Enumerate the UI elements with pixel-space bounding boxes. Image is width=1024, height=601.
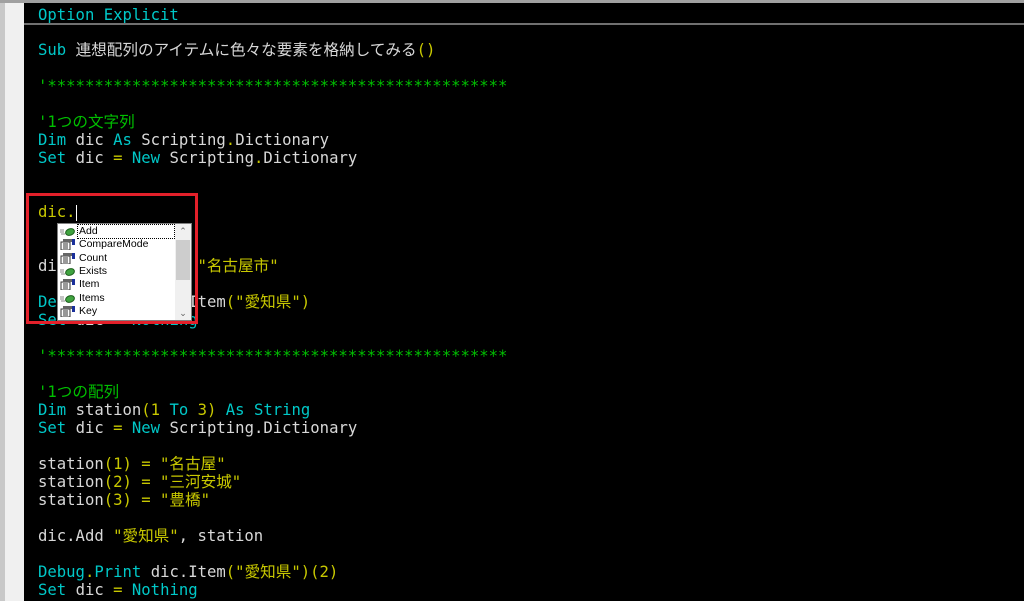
code-token: New <box>131 419 170 437</box>
code-token: Scripting <box>169 149 254 167</box>
code-token: As String <box>225 401 311 419</box>
code-token: (2) = "三河安城" <box>103 473 242 491</box>
code-token: New <box>131 149 170 167</box>
code-token: Dim <box>38 401 76 419</box>
declaration-line: Option Explicit <box>38 6 179 24</box>
code-token: dic <box>75 581 114 599</box>
code-token: station <box>38 491 104 509</box>
code-token: = <box>113 419 132 437</box>
code-line: station(2) = "三河安城" <box>38 473 241 491</box>
code-token: Set <box>38 149 76 167</box>
autocomplete-item-exists[interactable]: Exists <box>58 265 176 278</box>
code-token: station <box>38 455 104 473</box>
code-line: '1つの配列 <box>38 383 119 401</box>
autocomplete-item-label: Items <box>79 291 105 304</box>
code-token: Set <box>38 419 76 437</box>
method-icon <box>60 226 75 237</box>
code-line: '***************************************… <box>38 77 507 95</box>
code-token: = <box>113 581 132 599</box>
code-line: Set dic = New Scripting.Dictionary <box>38 149 357 167</box>
code-token: '1つの配列 <box>38 383 120 401</box>
code-token: Sub <box>38 41 76 59</box>
autocomplete-item-count[interactable]: Count <box>58 252 176 265</box>
code-line: '***************************************… <box>38 347 507 365</box>
scroll-down-icon[interactable]: ⌄ <box>175 306 191 320</box>
code-token: dic <box>75 149 114 167</box>
code-token: Print <box>94 563 151 581</box>
code-token: dic.Add <box>38 527 114 545</box>
property-icon <box>60 239 75 251</box>
code-token: Option Explicit <box>38 6 179 24</box>
autocomplete-item-label: Item <box>79 278 100 291</box>
code-token: To <box>169 401 198 419</box>
code-token: Set <box>38 581 76 599</box>
autocomplete-item-label: Exists <box>79 264 108 277</box>
code-token: As <box>113 131 142 149</box>
code-token: . <box>84 563 95 581</box>
code-token: Dictionary <box>235 131 330 149</box>
code-token: dic.Item <box>150 563 226 581</box>
code-line: Sub 連想配列のアイテムに色々な要素を格納してみる() <box>38 41 435 59</box>
code-line: Debug.Print dic.Item("愛知県")(2) <box>38 563 338 581</box>
autocomplete-item-label: Key <box>79 304 98 317</box>
scroll-thumb[interactable] <box>176 240 190 280</box>
method-icon <box>60 266 75 277</box>
autocomplete-item-item[interactable]: Item <box>58 278 176 291</box>
code-token: '1つの文字列 <box>38 113 135 131</box>
autocomplete-item-key[interactable]: Key <box>58 305 176 318</box>
code-token: , station <box>178 527 264 545</box>
code-token: ("愛知県") <box>225 293 311 311</box>
property-icon <box>60 305 75 318</box>
code-line: Set dic = New Scripting.Dictionary <box>38 419 357 437</box>
code-token: Dim <box>38 131 76 149</box>
autocomplete-item-items[interactable]: Items <box>58 292 176 305</box>
code-token: '***************************************… <box>38 347 508 365</box>
property-icon <box>60 279 75 291</box>
margin-indicator-bar[interactable] <box>0 3 24 601</box>
autocomplete-item-label: CompareMode <box>79 238 149 251</box>
autocomplete-item-comparemode[interactable]: CompareMode <box>58 238 176 251</box>
code-token: dic <box>75 131 114 149</box>
code-token: "愛知県" <box>113 527 179 545</box>
code-token: ("愛知県")(2) <box>225 563 339 581</box>
code-token: Dictionary <box>263 149 358 167</box>
code-token: dic <box>75 419 114 437</box>
code-line: '1つの文字列 <box>38 113 135 131</box>
autocomplete-list[interactable]: ⌃ ⌄ Add CompareMode Count Exists Item Items Ke… <box>57 223 192 321</box>
code-token: (1) = "名古屋" <box>103 455 226 473</box>
code-token: (1 <box>141 401 170 419</box>
code-line: Dim station(1 To 3) As String <box>38 401 310 419</box>
code-line: dic.Add "愛知県", station <box>38 527 263 545</box>
code-token: station <box>38 473 104 491</box>
code-line: Dim dic As Scripting.Dictionary <box>38 131 329 149</box>
method-icon <box>60 293 75 304</box>
scroll-up-icon[interactable]: ⌃ <box>175 224 191 238</box>
code-token: = <box>113 149 132 167</box>
code-token: 3) <box>197 401 226 419</box>
code-token: Nothing <box>131 581 198 599</box>
code-token: Debug <box>38 563 85 581</box>
code-token: '***************************************… <box>38 77 508 95</box>
autocomplete-scrollbar[interactable]: ⌃ ⌄ <box>175 224 191 320</box>
code-line: station(1) = "名古屋" <box>38 455 226 473</box>
autocomplete-item-label: Count <box>79 251 108 264</box>
procedure-separator <box>24 23 1024 25</box>
code-token: 連想配列のアイテムに色々な要素を格納してみる <box>75 41 417 59</box>
code-token: station <box>75 401 142 419</box>
code-line: station(3) = "豊橋" <box>38 491 210 509</box>
autocomplete-item-label: Add <box>77 224 175 240</box>
code-token: Scripting <box>141 131 226 149</box>
code-line: Set dic = Nothing <box>38 581 198 599</box>
autocomplete-item-add[interactable]: Add <box>58 224 176 240</box>
code-token: (3) = "豊橋" <box>103 491 211 509</box>
property-icon <box>60 252 75 265</box>
code-token: Scripting.Dictionary <box>169 419 358 437</box>
code-token: . <box>253 149 264 167</box>
code-token: . <box>225 131 236 149</box>
code-token: () <box>416 41 436 59</box>
